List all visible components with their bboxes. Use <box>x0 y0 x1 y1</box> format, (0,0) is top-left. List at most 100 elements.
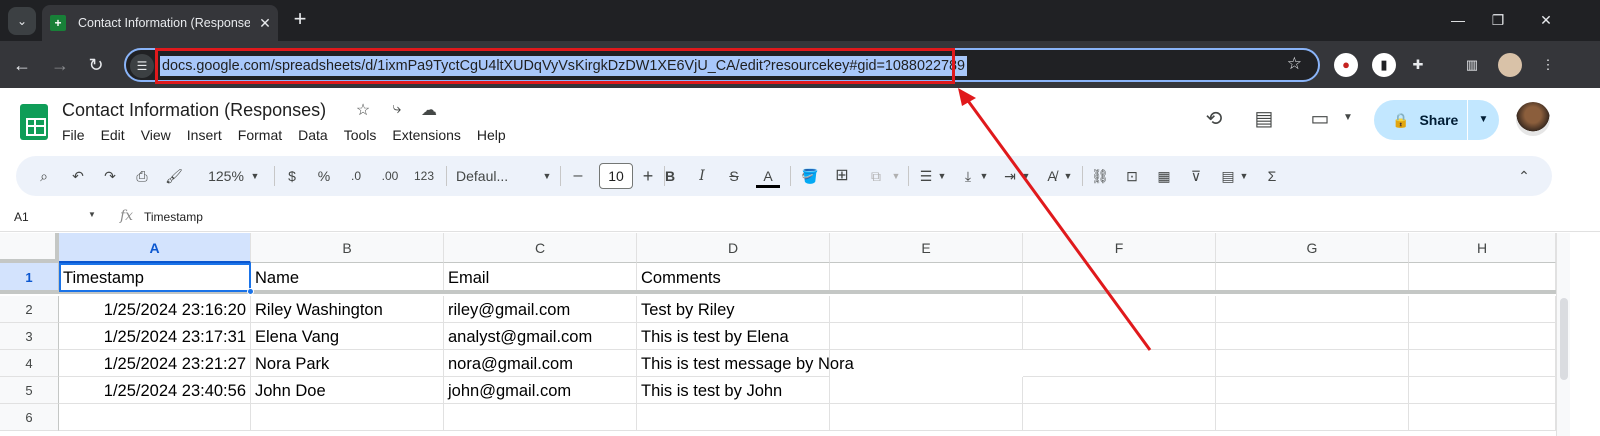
cell-empty[interactable] <box>1023 323 1216 350</box>
window-close-icon[interactable]: ✕ <box>1532 8 1560 32</box>
cell-empty[interactable] <box>1216 377 1409 404</box>
decrease-decimal-button[interactable]: .0 <box>344 164 368 188</box>
extension-dark-icon[interactable]: ▮ <box>1372 53 1396 77</box>
formula-input[interactable]: Timestamp <box>144 210 203 224</box>
cell-empty[interactable] <box>830 323 1023 350</box>
tab-close-icon[interactable]: ✕ <box>256 15 274 32</box>
percent-format-button[interactable]: % <box>314 164 334 188</box>
menu-data[interactable]: Data <box>298 127 328 143</box>
column-header-b[interactable]: B <box>251 233 444 263</box>
cell-empty[interactable] <box>1409 296 1556 323</box>
cell-name[interactable]: Riley Washington <box>251 296 444 323</box>
cell-name[interactable]: Nora Park <box>251 350 444 377</box>
menu-help[interactable]: Help <box>477 127 506 143</box>
move-folder-icon[interactable]: ⤷ <box>386 100 408 122</box>
menu-tools[interactable]: Tools <box>344 127 377 143</box>
font-select[interactable]: Defaul... <box>456 164 536 188</box>
search-menus-icon[interactable]: ⌕ <box>32 164 56 188</box>
cell-empty[interactable] <box>1023 350 1216 377</box>
cell-empty[interactable] <box>1023 296 1216 323</box>
cell-empty[interactable] <box>1409 377 1556 404</box>
cell-comments[interactable]: This is test by Elena <box>637 323 830 350</box>
site-info-icon[interactable]: ☰ <box>130 54 154 78</box>
zoom-dropdown-icon[interactable]: ▼ <box>248 164 262 188</box>
merge-cells-icon[interactable]: ⧉ <box>864 164 888 188</box>
decrease-font-size-button[interactable]: – <box>568 164 588 188</box>
row-header-4[interactable]: 4 <box>0 350 59 377</box>
cell-g1[interactable] <box>1216 263 1409 292</box>
cell-empty[interactable] <box>1409 323 1556 350</box>
text-color-button[interactable]: A <box>756 164 780 188</box>
cell-empty[interactable] <box>830 296 1023 323</box>
forward-arrow-icon[interactable]: → <box>46 51 74 79</box>
column-header-e[interactable]: E <box>830 233 1023 263</box>
currency-format-button[interactable]: $ <box>282 164 302 188</box>
restore-icon[interactable]: ❐ <box>1484 8 1512 32</box>
cell-empty[interactable] <box>1216 296 1409 323</box>
insert-link-icon[interactable]: ⛓ <box>1088 164 1112 188</box>
side-panel-icon[interactable]: ▥ <box>1460 53 1484 77</box>
functions-sigma-icon[interactable]: Σ <box>1260 164 1284 188</box>
account-avatar[interactable] <box>1516 102 1550 136</box>
row-header-5[interactable]: 5 <box>0 377 59 404</box>
meet-dropdown-icon[interactable]: ▼ <box>1334 112 1362 140</box>
column-header-a[interactable]: A <box>59 233 251 263</box>
cell-email[interactable]: riley@gmail.com <box>444 296 637 323</box>
cell-empty[interactable] <box>1409 350 1556 377</box>
cell-name[interactable]: John Doe <box>251 377 444 404</box>
menu-file[interactable]: File <box>62 127 85 143</box>
cell-comments[interactable]: This is test by John <box>637 377 830 404</box>
cell-timestamp[interactable]: 1/25/2024 23:17:31 <box>59 323 251 350</box>
cell-empty[interactable] <box>444 404 637 431</box>
menu-edit[interactable]: Edit <box>101 127 125 143</box>
rotation-dropdown-icon[interactable]: ▼ <box>1062 164 1074 188</box>
filter-icon[interactable]: ⊽ <box>1184 164 1208 188</box>
cell-email[interactable]: analyst@gmail.com <box>444 323 637 350</box>
horizontal-align-icon[interactable]: ☰ <box>914 164 938 188</box>
cell-email[interactable]: john@gmail.com <box>444 377 637 404</box>
zoom-select[interactable]: 125% <box>196 164 256 188</box>
cell-f1[interactable] <box>1023 263 1216 292</box>
column-header-g[interactable]: G <box>1216 233 1409 263</box>
valign-dropdown-icon[interactable]: ▼ <box>978 164 990 188</box>
name-box-dropdown-icon[interactable]: ▼ <box>88 210 96 219</box>
cell-empty[interactable] <box>251 404 444 431</box>
strikethrough-button[interactable]: S <box>724 164 744 188</box>
comments-icon[interactable]: ▤ <box>1250 106 1278 134</box>
text-wrapping-icon[interactable]: ⇥ <box>998 164 1022 188</box>
minimize-icon[interactable]: — <box>1444 8 1472 32</box>
column-header-h[interactable]: H <box>1409 233 1556 263</box>
filter-views-icon[interactable]: ▤ <box>1216 164 1240 188</box>
browser-tab[interactable]: + Contact Information (Responses) ✕ <box>42 5 278 41</box>
cell-b1[interactable]: Name <box>251 263 444 292</box>
vertical-scrollbar-thumb[interactable] <box>1560 298 1568 380</box>
redo-icon[interactable]: ↷ <box>98 164 122 188</box>
insert-comment-icon[interactable]: ⊡ <box>1120 164 1144 188</box>
cell-empty[interactable] <box>637 404 830 431</box>
select-all-corner[interactable] <box>0 233 59 263</box>
row-header-2[interactable]: 2 <box>0 296 59 323</box>
increase-decimal-button[interactable]: .00 <box>376 164 404 188</box>
cloud-status-icon[interactable]: ☁ <box>418 100 440 122</box>
insert-chart-icon[interactable]: ▦ <box>1152 164 1176 188</box>
cell-empty[interactable] <box>830 377 1023 404</box>
print-icon[interactable]: ⎙ <box>130 164 154 188</box>
column-header-c[interactable]: C <box>444 233 637 263</box>
cell-empty[interactable] <box>1216 350 1409 377</box>
font-dropdown-icon[interactable]: ▼ <box>540 164 554 188</box>
bold-button[interactable]: B <box>660 164 680 188</box>
row-header-6[interactable]: 6 <box>0 404 59 431</box>
cell-timestamp[interactable]: 1/25/2024 23:21:27 <box>59 350 251 377</box>
paint-format-icon[interactable]: 🖌 <box>162 164 186 188</box>
menu-format[interactable]: Format <box>238 127 282 143</box>
tab-search-chevron-icon[interactable]: ⌄ <box>8 7 36 35</box>
star-icon[interactable]: ☆ <box>352 100 374 122</box>
document-title[interactable]: Contact Information (Responses) <box>62 100 326 121</box>
new-tab-button[interactable]: + <box>288 8 312 32</box>
cell-name[interactable]: Elena Vang <box>251 323 444 350</box>
extension-red-icon[interactable]: ● <box>1334 53 1358 77</box>
cell-c1[interactable]: Email <box>444 263 637 292</box>
cell-empty[interactable] <box>1216 323 1409 350</box>
meet-video-icon[interactable]: ▭ <box>1306 106 1334 134</box>
bookmark-star-icon[interactable]: ☆ <box>1287 54 1302 74</box>
